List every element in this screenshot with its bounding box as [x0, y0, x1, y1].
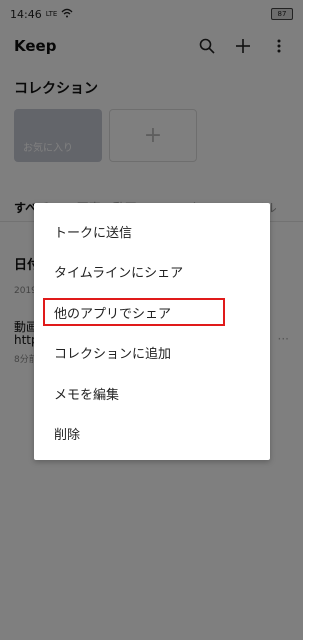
menu-item-send-to-talk[interactable]: トークに送信 [34, 211, 270, 252]
menu-item-add-to-collection[interactable]: コレクションに追加 [34, 333, 270, 374]
context-menu: トークに送信 タイムラインにシェア 他のアプリでシェア コレクションに追加 メモ… [34, 203, 270, 460]
menu-item-edit-memo[interactable]: メモを編集 [34, 373, 270, 414]
menu-item-share-other-apps[interactable]: 他のアプリでシェア [34, 292, 270, 333]
menu-item-delete[interactable]: 削除 [34, 414, 270, 455]
menu-item-share-timeline[interactable]: タイムラインにシェア [34, 252, 270, 293]
keep-screen: 14:46 LTE 87 Keep [0, 0, 303, 640]
